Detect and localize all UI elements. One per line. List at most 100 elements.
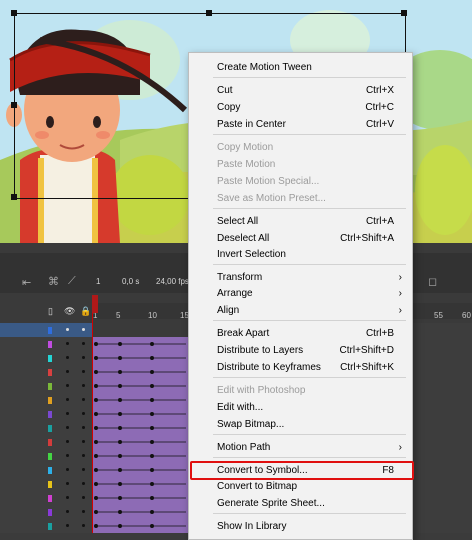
menu-item[interactable]: Convert to Bitmap bbox=[189, 478, 412, 495]
lock-icon[interactable]: 🔒 bbox=[80, 306, 91, 317]
menu-item[interactable]: Break Apart Ctrl+B bbox=[189, 325, 412, 342]
transform-handle[interactable] bbox=[11, 10, 17, 16]
menu-item[interactable]: Paste in Center Ctrl+V bbox=[189, 116, 412, 133]
layer-color-swatch[interactable] bbox=[48, 327, 52, 334]
menu-item[interactable]: Arrange › bbox=[189, 285, 412, 302]
layer-visibility-dot[interactable] bbox=[66, 412, 69, 415]
layer-visibility-dot[interactable] bbox=[66, 370, 69, 373]
layer-visibility-dot[interactable] bbox=[82, 454, 85, 457]
graph-icon[interactable]: ⟋ bbox=[68, 275, 76, 288]
outline-icon[interactable]: ▯ bbox=[48, 306, 53, 317]
layer-visibility-dot[interactable] bbox=[82, 468, 85, 471]
layer-row[interactable] bbox=[0, 435, 92, 450]
layer-row[interactable] bbox=[0, 463, 92, 478]
menu-item[interactable]: Distribute to Layers Ctrl+Shift+D bbox=[189, 342, 412, 359]
layer-visibility-dot[interactable] bbox=[66, 342, 69, 345]
layer-visibility-dot[interactable] bbox=[82, 384, 85, 387]
layer-visibility-dot[interactable] bbox=[82, 398, 85, 401]
layer-visibility-dot[interactable] bbox=[82, 328, 85, 331]
tween-frame-span[interactable] bbox=[92, 449, 188, 464]
layer-visibility-dot[interactable] bbox=[66, 398, 69, 401]
layer-visibility-dot[interactable] bbox=[66, 440, 69, 443]
transform-handle[interactable] bbox=[401, 10, 407, 16]
timeline-tool-icon[interactable]: ◻ bbox=[428, 275, 437, 288]
eye-icon[interactable]: 👁 bbox=[64, 306, 75, 317]
layer-row[interactable] bbox=[0, 379, 92, 394]
layer-row[interactable] bbox=[0, 323, 92, 338]
layer-color-swatch[interactable] bbox=[48, 355, 52, 362]
layer-row[interactable] bbox=[0, 351, 92, 366]
layer-row[interactable] bbox=[0, 505, 92, 520]
tween-frame-span[interactable] bbox=[92, 463, 188, 478]
layer-visibility-dot[interactable] bbox=[82, 412, 85, 415]
layer-color-swatch[interactable] bbox=[48, 453, 52, 460]
layer-color-swatch[interactable] bbox=[48, 369, 52, 376]
layer-row[interactable] bbox=[0, 421, 92, 436]
layer-visibility-dot[interactable] bbox=[66, 524, 69, 527]
tween-frame-span[interactable] bbox=[92, 421, 188, 436]
layer-color-swatch[interactable] bbox=[48, 397, 52, 404]
layer-depth-icon[interactable]: ⇤ bbox=[22, 276, 31, 289]
layer-color-swatch[interactable] bbox=[48, 467, 52, 474]
menu-item[interactable]: Copy Ctrl+C bbox=[189, 99, 412, 116]
layer-row[interactable] bbox=[0, 491, 92, 506]
layer-color-swatch[interactable] bbox=[48, 425, 52, 432]
layer-row[interactable] bbox=[0, 449, 92, 464]
layer-row[interactable] bbox=[0, 337, 92, 352]
layer-visibility-dot[interactable] bbox=[66, 510, 69, 513]
menu-item[interactable]: Show In Library bbox=[189, 518, 412, 535]
tween-frame-span[interactable] bbox=[92, 337, 188, 352]
layer-visibility-dot[interactable] bbox=[82, 426, 85, 429]
transform-handle[interactable] bbox=[206, 10, 212, 16]
layer-color-swatch[interactable] bbox=[48, 523, 52, 530]
layer-visibility-dot[interactable] bbox=[66, 496, 69, 499]
menu-item[interactable]: Distribute to Keyframes Ctrl+Shift+K bbox=[189, 359, 412, 376]
layer-row[interactable] bbox=[0, 407, 92, 422]
tween-frame-span[interactable] bbox=[92, 491, 188, 506]
menu-item[interactable]: Invert Selection bbox=[189, 246, 412, 263]
organize-layers-icon[interactable]: ⌘ bbox=[48, 275, 59, 288]
layer-visibility-dot[interactable] bbox=[82, 342, 85, 345]
layer-visibility-dot[interactable] bbox=[82, 482, 85, 485]
layer-visibility-dot[interactable] bbox=[66, 468, 69, 471]
layer-visibility-dot[interactable] bbox=[66, 454, 69, 457]
layer-color-swatch[interactable] bbox=[48, 411, 52, 418]
tween-frame-span[interactable] bbox=[92, 365, 188, 380]
menu-item[interactable]: Motion Path › bbox=[189, 439, 412, 456]
tween-frame-span[interactable] bbox=[92, 379, 188, 394]
layer-visibility-dot[interactable] bbox=[66, 426, 69, 429]
playhead[interactable] bbox=[92, 295, 98, 313]
layer-visibility-dot[interactable] bbox=[82, 496, 85, 499]
menu-item[interactable]: Swap Bitmap... bbox=[189, 416, 412, 433]
layer-visibility-dot[interactable] bbox=[66, 482, 69, 485]
tween-frame-span[interactable] bbox=[92, 351, 188, 366]
tween-frame-span[interactable] bbox=[92, 407, 188, 422]
menu-item[interactable]: Align › bbox=[189, 302, 412, 319]
layer-visibility-dot[interactable] bbox=[66, 328, 69, 331]
tween-frame-span[interactable] bbox=[92, 519, 188, 533]
transform-handle[interactable] bbox=[11, 102, 17, 108]
menu-item[interactable]: Select All Ctrl+A bbox=[189, 213, 412, 230]
layer-visibility-dot[interactable] bbox=[66, 356, 69, 359]
layer-row[interactable] bbox=[0, 393, 92, 408]
layer-color-swatch[interactable] bbox=[48, 495, 52, 502]
tween-frame-span[interactable] bbox=[92, 435, 188, 450]
menu-item[interactable]: Generate Sprite Sheet... bbox=[189, 495, 412, 512]
tween-frame-span[interactable] bbox=[92, 505, 188, 520]
layer-visibility-dot[interactable] bbox=[82, 370, 85, 373]
layer-visibility-dot[interactable] bbox=[82, 510, 85, 513]
layer-visibility-dot[interactable] bbox=[82, 524, 85, 527]
menu-item[interactable]: Create Motion Tween bbox=[189, 59, 412, 76]
transform-handle[interactable] bbox=[11, 194, 17, 200]
layer-visibility-dot[interactable] bbox=[82, 356, 85, 359]
menu-item[interactable]: Transform › bbox=[189, 269, 412, 286]
layer-color-swatch[interactable] bbox=[48, 383, 52, 390]
layer-color-swatch[interactable] bbox=[48, 509, 52, 516]
layer-color-swatch[interactable] bbox=[48, 481, 52, 488]
layer-row[interactable] bbox=[0, 477, 92, 492]
tween-frame-span[interactable] bbox=[92, 477, 188, 492]
menu-item[interactable]: Cut Ctrl+X bbox=[189, 82, 412, 99]
menu-item[interactable]: Deselect All Ctrl+Shift+A bbox=[189, 230, 412, 247]
tween-frame-span[interactable] bbox=[92, 393, 188, 408]
layer-row[interactable] bbox=[0, 519, 92, 533]
